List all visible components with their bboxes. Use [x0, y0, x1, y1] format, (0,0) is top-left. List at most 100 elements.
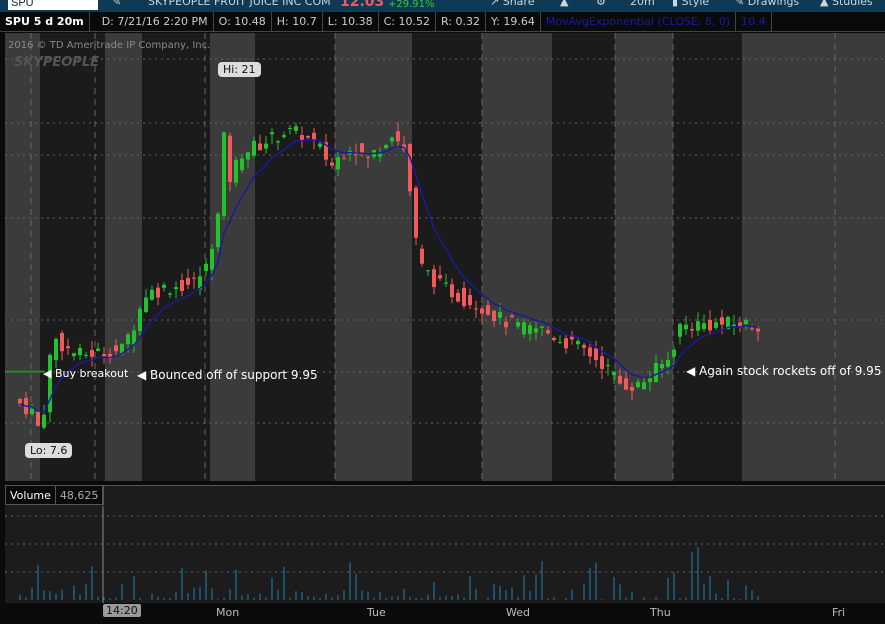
- candle-body: [282, 135, 286, 138]
- candle-body: [690, 329, 694, 331]
- price-chart[interactable]: [5, 33, 885, 481]
- last-price: 12.03: [340, 0, 385, 10]
- drawings-label: Drawings: [747, 0, 800, 8]
- candle-body: [210, 248, 214, 270]
- candle-body: [180, 280, 184, 291]
- candle-body: [456, 292, 460, 302]
- candle-body: [498, 312, 502, 318]
- candle-body: [96, 348, 100, 352]
- gear-icon[interactable]: ⚙: [596, 0, 606, 8]
- extended-hours-band: [482, 33, 552, 481]
- candle-body: [624, 378, 628, 390]
- candle-body: [408, 143, 412, 192]
- candle-body: [438, 275, 442, 279]
- price-change: +29.91%: [388, 0, 435, 10]
- candle-body: [216, 213, 220, 248]
- candle-body: [654, 363, 658, 382]
- candle-body: [384, 145, 388, 149]
- candle-body: [342, 158, 346, 160]
- candle-body: [750, 328, 754, 330]
- regular-hours-band: [673, 33, 742, 481]
- candle-body: [450, 284, 454, 298]
- watermark-logo: SKYPEOPLE: [14, 55, 100, 70]
- x-label-thu: Thu: [650, 606, 671, 619]
- candle-body: [462, 287, 466, 307]
- x-label-fri: Fri: [832, 606, 846, 619]
- drawings-button[interactable]: ✎ Drawings: [735, 0, 799, 8]
- candle-body: [234, 159, 238, 183]
- candle-body: [588, 347, 592, 357]
- candle-body: [360, 143, 364, 154]
- candle-body: [396, 131, 400, 142]
- share-label: Share: [502, 0, 535, 8]
- candle-body: [252, 140, 256, 156]
- symbol-input[interactable]: [8, 0, 98, 10]
- candle-body: [648, 377, 652, 383]
- candle-body: [288, 128, 292, 130]
- candle-body: [186, 277, 190, 285]
- candle-body: [672, 349, 676, 357]
- candle-body: [222, 132, 226, 217]
- bar-close: C: 10.52: [379, 12, 436, 31]
- candle-body: [636, 381, 640, 388]
- volume-chart[interactable]: [5, 485, 885, 603]
- interval-button[interactable]: 20m: [630, 0, 655, 8]
- candle-body: [678, 324, 682, 337]
- candle-body: [228, 135, 232, 182]
- extended-hours-band: [5, 33, 40, 481]
- candle-body: [42, 414, 46, 428]
- candle-body: [78, 347, 82, 356]
- candle-body: [510, 315, 514, 317]
- candle-body: [468, 295, 472, 306]
- candle-body: [708, 319, 712, 331]
- candle-body: [558, 342, 562, 344]
- bar-open: O: 10.48: [214, 12, 272, 31]
- candle-body: [318, 143, 322, 147]
- candle-body: [702, 323, 706, 330]
- link-icon[interactable]: ✎: [112, 0, 121, 8]
- candle-body: [696, 321, 700, 331]
- x-label-tue: Tue: [367, 606, 386, 619]
- x-label-mon: Mon: [216, 606, 240, 619]
- candle-body: [552, 337, 556, 341]
- candle-body: [642, 382, 646, 390]
- candle-body: [270, 132, 274, 135]
- extended-hours-band: [615, 33, 673, 481]
- study-label[interactable]: MovAvgExponential (CLOSE, 8, 0): [541, 12, 737, 31]
- candle-body: [666, 359, 670, 367]
- candle-body: [330, 162, 334, 166]
- flask-icon[interactable]: ▲: [560, 0, 568, 8]
- chart-title: SPU 5 d 20m: [0, 12, 90, 31]
- regular-hours-band: [552, 33, 615, 481]
- candle-body: [192, 277, 196, 279]
- candle-body: [486, 305, 490, 315]
- annotation-text: Bounced off of support 9.95: [150, 368, 318, 382]
- candle-body: [618, 375, 622, 384]
- top-toolbar: ✎ SKYPEOPLE FRUIT JUICE INC COM 12.03 +2…: [0, 0, 885, 12]
- cursor-time-label: 14:20: [103, 604, 141, 617]
- extended-hours-band: [335, 33, 412, 481]
- candle-body: [528, 325, 532, 334]
- share-button[interactable]: ↗ Share: [490, 0, 534, 8]
- candle-body: [390, 137, 394, 142]
- low-label: Lo: 7.6: [25, 443, 73, 458]
- bar-y: Y: 19.64: [486, 12, 541, 31]
- annotation-again: ◀ Again stock rockets off of 9.95: [686, 364, 882, 378]
- candle-body: [276, 141, 280, 143]
- candle-body: [684, 324, 688, 330]
- candle-body: [480, 308, 484, 314]
- extended-hours-band: [742, 33, 885, 481]
- style-button[interactable]: ▮ Style: [672, 0, 709, 8]
- candle-body: [516, 322, 520, 327]
- candle-body: [138, 308, 142, 332]
- candle-body: [294, 126, 298, 131]
- volume-header: Volume 48,625: [5, 485, 105, 505]
- candle-body: [168, 293, 172, 295]
- candle-body: [144, 297, 148, 312]
- candle-body: [66, 346, 70, 349]
- candle-body: [30, 409, 34, 415]
- candle-body: [534, 328, 538, 333]
- candle-body: [612, 371, 616, 376]
- studies-button[interactable]: ▲ Studies: [820, 0, 873, 8]
- candle-body: [492, 310, 496, 322]
